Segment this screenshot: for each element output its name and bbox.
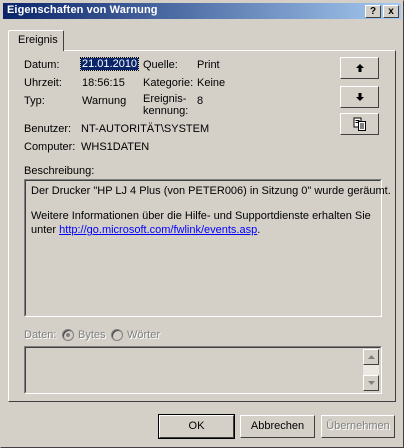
description-label: Beschreibung: (24, 165, 95, 177)
type-value: Warnung (82, 95, 127, 107)
data-label: Daten: (24, 329, 57, 341)
event-id-label-2: kennung: (143, 105, 189, 117)
description-box[interactable]: Der Drucker "HP LJ 4 Plus (von PETER006)… (24, 179, 391, 317)
next-event-button[interactable] (340, 86, 379, 108)
help-link[interactable]: http://go.microsoft.com/fwlink/events.as… (59, 224, 257, 236)
category-label: Kategorie: (143, 77, 194, 89)
properties-dialog: Eigenschaften von Warnung ? x Ereignis D… (0, 0, 404, 448)
description-line-3-suffix: . (257, 224, 261, 236)
bytes-radio[interactable] (62, 329, 74, 341)
description-line-1: Der Drucker "HP LJ 4 Plus (von PETER006)… (31, 185, 391, 197)
time-label: Uhrzeit: (24, 77, 62, 89)
radio-dot (66, 333, 70, 337)
description-box-inner: Der Drucker "HP LJ 4 Plus (von PETER006)… (25, 180, 391, 316)
time-value: 18:56:15 (82, 77, 125, 89)
category-value: Keine (197, 77, 226, 89)
words-option-label: Wörter (127, 329, 160, 341)
user-value: NT-AUTORITÄT\SYSTEM (81, 123, 210, 135)
scroll-up-icon (367, 355, 375, 359)
arrow-up-icon (355, 64, 364, 72)
user-label: Benutzer: (24, 123, 72, 135)
description-line-3: unter http://go.microsoft.com/fwlink/eve… (31, 224, 260, 236)
apply-button[interactable]: Übernehmen (321, 415, 395, 438)
arrow-down-icon (355, 93, 364, 101)
data-box[interactable] (24, 346, 382, 394)
scroll-down-icon (367, 381, 375, 385)
date-value[interactable]: 21.01.2010 (79, 57, 140, 71)
cancel-button[interactable]: Abbrechen (240, 415, 315, 438)
help-button[interactable]: ? (365, 5, 381, 18)
data-box-inner (25, 347, 381, 393)
tab-ereignis[interactable]: Ereignis (8, 30, 64, 51)
event-id-label-1: Ereignis- (143, 93, 187, 105)
computer-value: WHS1DATEN (81, 141, 150, 153)
close-icon: x (388, 6, 394, 17)
window-title: Eigenschaften von Warnung (7, 4, 158, 16)
copy-icon (353, 117, 366, 131)
source-label: Quelle: (143, 59, 178, 71)
words-radio[interactable] (111, 329, 123, 341)
description-line-3-prefix: unter (31, 224, 60, 236)
date-label: Datum: (24, 59, 60, 71)
title-bar: Eigenschaften von Warnung ? x (3, 3, 401, 19)
ok-button[interactable]: OK (158, 414, 235, 439)
description-line-2: Weitere Informationen über die Hilfe- un… (31, 210, 371, 222)
previous-event-button[interactable] (340, 57, 379, 79)
source-value: Print (197, 59, 220, 71)
event-id-value: 8 (197, 95, 204, 107)
close-button[interactable]: x (383, 5, 399, 18)
tab-label: Ereignis (18, 34, 58, 46)
scroll-up-button[interactable] (363, 349, 379, 365)
computer-label: Computer: (24, 141, 76, 153)
bytes-option-label: Bytes (78, 329, 106, 341)
type-label: Typ: (24, 95, 45, 107)
data-scrollbar[interactable] (363, 349, 379, 391)
scroll-down-button[interactable] (363, 375, 379, 391)
help-icon: ? (369, 6, 377, 17)
copy-button[interactable] (340, 113, 379, 135)
